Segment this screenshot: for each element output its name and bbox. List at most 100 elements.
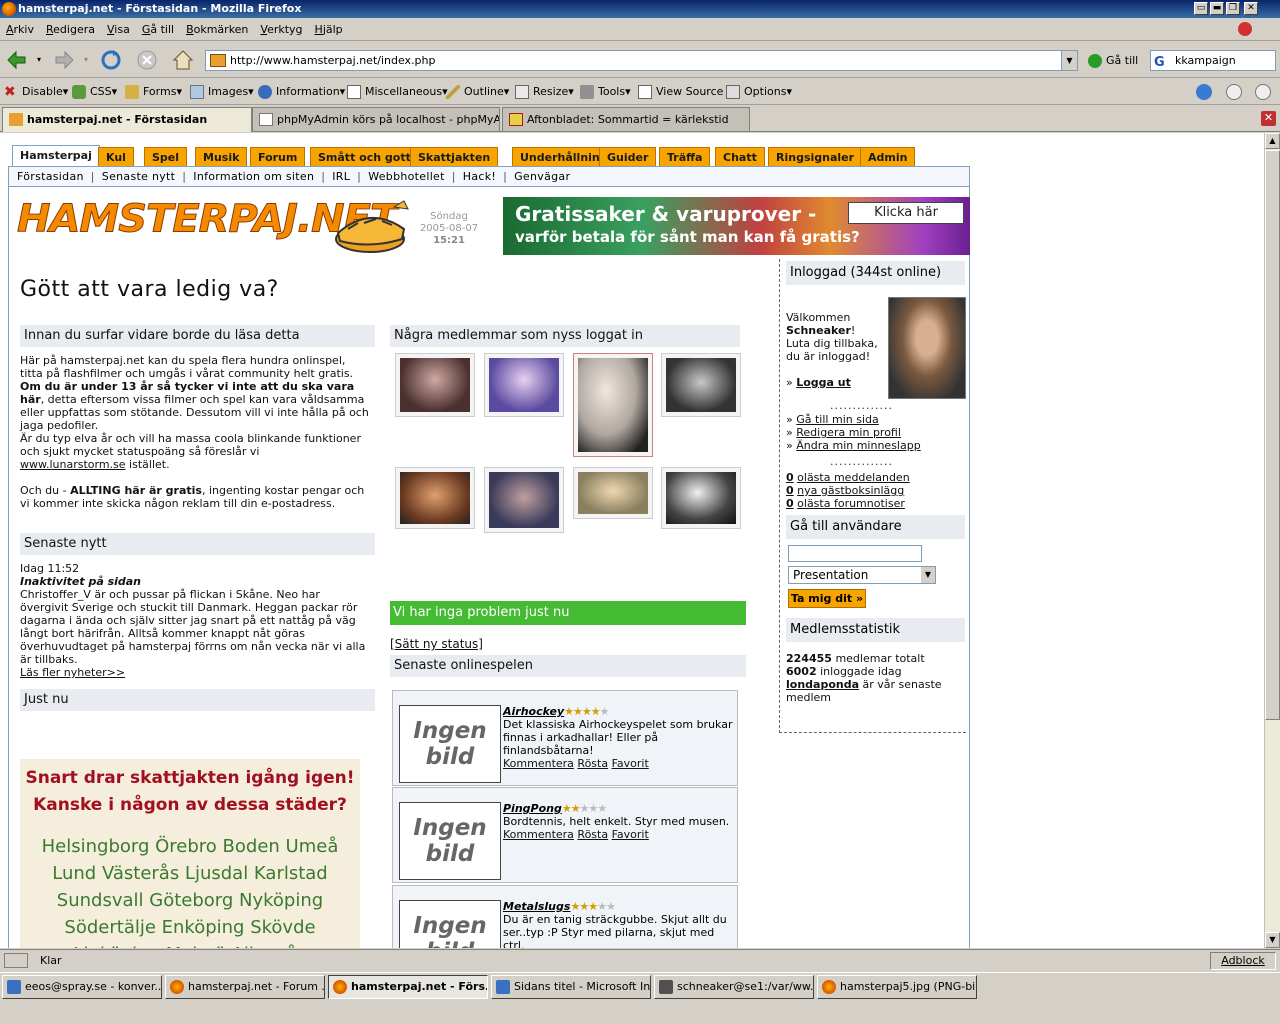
close-tab-icon[interactable]: ✕ <box>1261 111 1276 126</box>
info-round-icon[interactable] <box>1226 84 1242 100</box>
subnav-link[interactable]: Hack! <box>463 170 496 183</box>
lunarstorm-link[interactable]: www.lunarstorm.se <box>20 458 126 471</box>
tab-phpmyadmin[interactable]: phpMyAdmin körs på localhost - phpMyAdm.… <box>252 107 500 131</box>
scroll-up-icon[interactable]: ▲ <box>1265 133 1280 149</box>
member-thumbnail[interactable] <box>395 353 475 417</box>
adblock-button[interactable]: Adblock <box>1210 952 1276 970</box>
banner-button[interactable]: Klicka här <box>848 202 964 224</box>
menu-hjalp[interactable]: Hjälp <box>309 19 349 41</box>
menu-visa[interactable]: Visa <box>101 19 136 41</box>
set-status-link[interactable]: [Sätt ny status] <box>390 638 483 651</box>
scroll-down-icon[interactable]: ▼ <box>1265 932 1280 948</box>
go-button[interactable]: Gå till <box>1088 52 1138 69</box>
member-thumbnail[interactable] <box>484 467 564 533</box>
profile-link[interactable]: Gå till min sida <box>796 413 879 426</box>
user-search-input[interactable] <box>788 545 922 562</box>
game-action-favorit[interactable]: Favorit <box>612 757 649 770</box>
subnav-link[interactable]: Genvägar <box>514 170 570 183</box>
treasure-hunt-banner[interactable]: Snart drar skattjakten igång igen! Kansk… <box>20 759 360 948</box>
miscellaneous-menu[interactable]: Miscellaneous▾ <box>347 84 448 100</box>
forms-menu[interactable]: Forms▾ <box>125 84 182 100</box>
maximize-button[interactable]: ❐ <box>1226 2 1240 15</box>
close-window-button[interactable]: ✕ <box>1244 2 1258 15</box>
game-action-rosta[interactable]: Rösta <box>577 757 608 770</box>
taskbar-button[interactable]: hamsterpaj.net - Förs... <box>328 975 488 999</box>
avatar[interactable] <box>888 297 966 399</box>
menu-verktyg[interactable]: Verktyg <box>254 19 308 41</box>
url-history-dropdown[interactable]: ▼ <box>1061 51 1077 70</box>
logout-link[interactable]: Logga ut <box>796 376 851 389</box>
validate-icon[interactable] <box>1196 84 1212 100</box>
member-thumbnail[interactable] <box>573 467 653 519</box>
information-menu[interactable]: Information▾ <box>258 84 345 100</box>
subnav-link[interactable]: Webbhotellet <box>368 170 445 183</box>
notification-row[interactable]: 0 olästa meddelanden <box>786 471 910 484</box>
css-menu[interactable]: CSS▾ <box>72 84 117 100</box>
outline-menu[interactable]: Outline▾ <box>446 84 509 100</box>
stop-icon[interactable] <box>135 48 159 72</box>
resize-menu[interactable]: Resize▾ <box>515 84 574 100</box>
subnav-link[interactable]: IRL <box>332 170 350 183</box>
more-news-link[interactable]: Läs fler nyheter>> <box>20 666 125 679</box>
tab-hamsterpaj[interactable]: hamsterpaj.net - Förstasidan <box>2 107 252 132</box>
member-thumbnail[interactable] <box>661 353 741 417</box>
menu-bokmarken[interactable]: Bokmärken <box>180 19 254 41</box>
taskbar-button[interactable]: eeos@spray.se - konver... <box>2 975 162 999</box>
back-dropdown-icon[interactable]: ▾ <box>37 55 41 64</box>
tools-menu[interactable]: Tools▾ <box>580 84 631 100</box>
url-bar[interactable]: http://www.hamsterpaj.net/index.php ▼ <box>205 50 1078 71</box>
goto-select[interactable]: Presentation ▼ <box>788 566 936 584</box>
taskbar-button[interactable]: schneaker@se1:/var/ww... <box>654 975 814 999</box>
game-thumbnail[interactable]: Ingen bild <box>399 900 501 948</box>
minimize-button[interactable]: ▭ <box>1194 2 1208 15</box>
game-action-rosta[interactable]: Rösta <box>577 828 608 841</box>
restore-button[interactable]: ▬ <box>1210 2 1224 15</box>
reload-icon[interactable] <box>99 48 123 72</box>
profile-link[interactable]: Redigera min profil <box>796 426 901 439</box>
game-name-link[interactable]: PingPong <box>503 802 562 815</box>
menu-arkiv[interactable]: Arkiv <box>0 19 40 41</box>
profile-link[interactable]: Ändra min minneslapp <box>796 439 920 452</box>
game-thumbnail[interactable]: Ingen bild <box>399 802 501 880</box>
ad-banner[interactable]: Gratissaker & varuprover - varför betala… <box>503 197 970 255</box>
images-menu[interactable]: Images▾ <box>190 84 254 100</box>
member-thumbnail[interactable] <box>484 353 564 417</box>
game-action-favorit[interactable]: Favorit <box>612 828 649 841</box>
goto-button[interactable]: Ta mig dit » <box>788 589 866 608</box>
scroll-thumb[interactable] <box>1265 150 1280 720</box>
search-input[interactable]: Gkkampaign <box>1150 50 1276 71</box>
subnav-link[interactable]: Information om siten <box>193 170 314 183</box>
view-source-button[interactable]: View Source <box>638 84 723 100</box>
member-thumbnail[interactable] <box>573 353 653 457</box>
member-thumbnail[interactable] <box>395 467 475 529</box>
miscellaneous-label: Miscellaneous▾ <box>365 85 448 98</box>
back-icon[interactable] <box>5 48 29 72</box>
game-name-link[interactable]: Airhockey <box>503 705 564 718</box>
taskbar-button[interactable]: hamsterpaj.net - Forum ... <box>165 975 325 999</box>
subnav-link[interactable]: Förstasidan <box>17 170 84 183</box>
game-name-link[interactable]: Metalslugs <box>503 900 570 913</box>
vertical-scrollbar[interactable]: ▲ ▼ <box>1264 133 1280 948</box>
notification-row[interactable]: 0 olästa forumnotiser <box>786 497 910 510</box>
taskbar-button[interactable]: Sidans titel - Microsoft In... <box>491 975 651 999</box>
member-thumbnail[interactable] <box>661 467 741 529</box>
star-icon: ★ <box>579 900 589 913</box>
home-icon[interactable] <box>171 48 195 72</box>
forward-icon[interactable] <box>52 48 76 72</box>
menu-redigera[interactable]: Redigera <box>40 19 101 41</box>
tab-aftonbladet[interactable]: Aftonbladet: Sommartid = kärlekstid <box>502 107 750 131</box>
subnav-link[interactable]: Senaste nytt <box>102 170 175 183</box>
disable-menu[interactable]: ✖ Disable▾ <box>4 84 68 100</box>
play-icon[interactable] <box>1255 84 1271 100</box>
game-action-kommentera[interactable]: Kommentera <box>503 757 574 770</box>
taskbar-button[interactable]: hamsterpaj5.jpg (PNG-bil... <box>817 975 977 999</box>
game-thumbnail[interactable]: Ingen bild <box>399 705 501 783</box>
game-action-kommentera[interactable]: Kommentera <box>503 828 574 841</box>
notification-row[interactable]: 0 nya gästboksinlägg <box>786 484 910 497</box>
information-label: Information▾ <box>276 85 346 98</box>
menu-ga-till[interactable]: Gå till <box>136 19 180 41</box>
outline-label: Outline▾ <box>464 85 510 98</box>
options-menu[interactable]: Options▾ <box>726 84 792 100</box>
forward-dropdown-icon[interactable]: ▾ <box>84 55 88 64</box>
newest-member-link[interactable]: londaponda <box>786 678 859 691</box>
